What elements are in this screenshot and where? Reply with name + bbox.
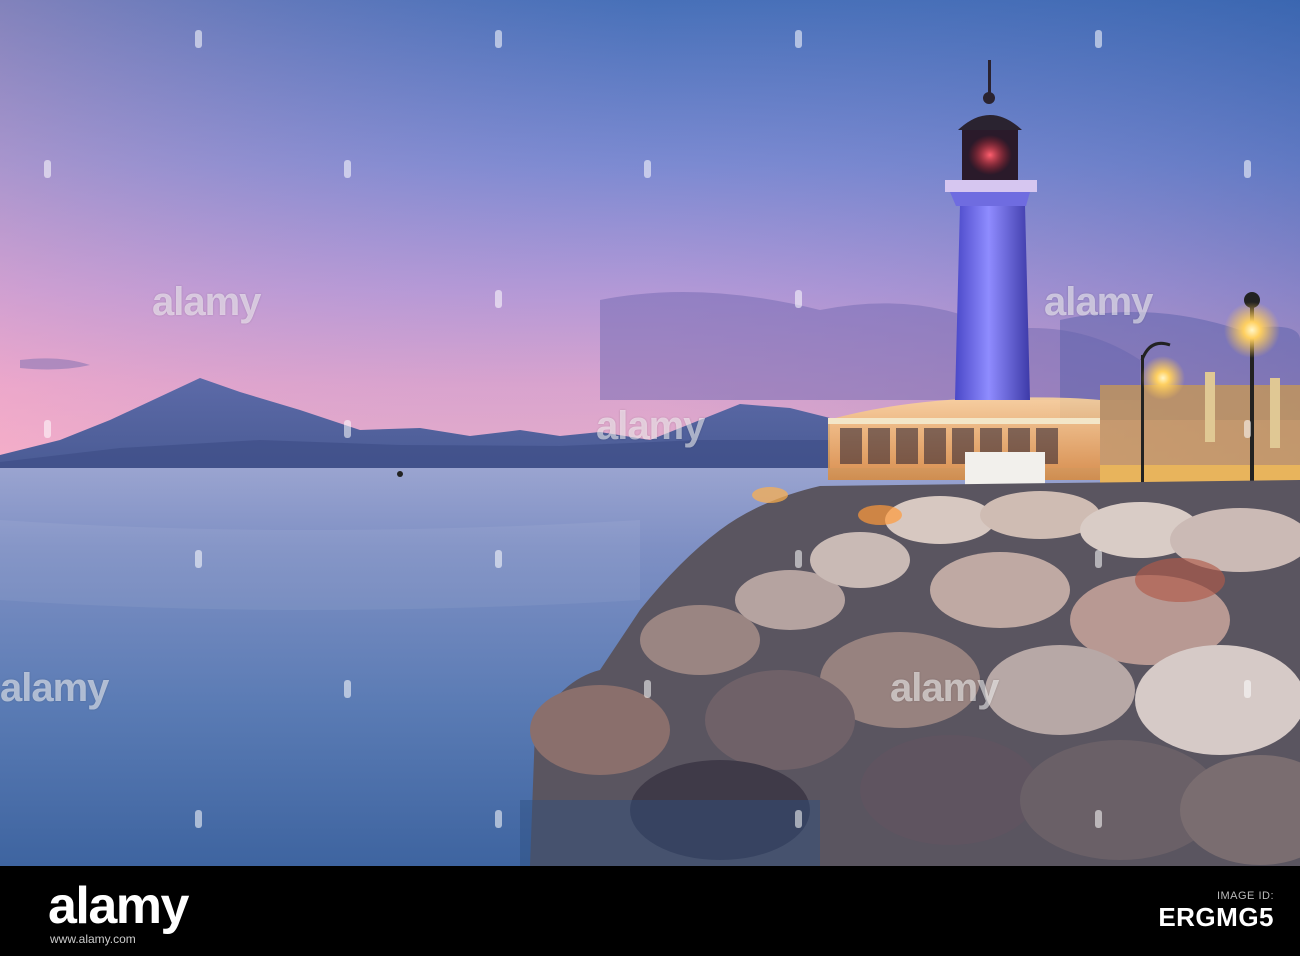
watermark-glyph — [1095, 30, 1102, 48]
watermark-glyph — [44, 160, 51, 178]
watermark-glyph — [344, 420, 351, 438]
watermark-glyph — [344, 160, 351, 178]
watermark-text: alamy — [0, 666, 109, 710]
watermark-glyph — [795, 30, 802, 48]
watermark-glyph — [495, 810, 502, 828]
watermark-glyph — [1095, 810, 1102, 828]
watermark-glyph — [1244, 680, 1251, 698]
footer-bar: alamy Image ID: ERGMG5 www.alamy.com — [0, 866, 1300, 956]
watermark-text: alamy — [152, 280, 261, 324]
watermark-glyph — [644, 160, 651, 178]
image-id-block: Image ID: ERGMG5 — [1158, 890, 1274, 933]
image-id: ERGMG5 — [1158, 902, 1274, 932]
watermark-glyph — [495, 30, 502, 48]
watermark-glyph — [195, 550, 202, 568]
watermark-glyph — [795, 290, 802, 308]
watermark-glyph — [644, 680, 651, 698]
watermark-glyph — [795, 810, 802, 828]
watermark-glyph — [195, 810, 202, 828]
lighthouse-photo: alamy alamy alamy alamy alamy — [0, 0, 1300, 866]
watermark-glyph — [1244, 160, 1251, 178]
site-url: www.alamy.com — [50, 932, 136, 946]
watermark-glyph — [495, 290, 502, 308]
watermark-glyph — [795, 550, 802, 568]
watermark-glyph — [1244, 420, 1251, 438]
watermark-glyph — [1095, 550, 1102, 568]
watermark-text: alamy — [1044, 280, 1153, 324]
watermark-text: alamy — [596, 404, 705, 448]
image-id-label: Image ID: — [1216, 890, 1274, 902]
alamy-logo: alamy — [48, 877, 189, 935]
watermark-glyph — [44, 420, 51, 438]
watermark-glyph — [495, 550, 502, 568]
watermark-glyph — [195, 30, 202, 48]
watermark-glyph — [344, 680, 351, 698]
watermark-text: alamy — [890, 666, 999, 710]
stock-photo-page: alamy alamy alamy alamy alamy alamy IMAG… — [0, 0, 1300, 956]
